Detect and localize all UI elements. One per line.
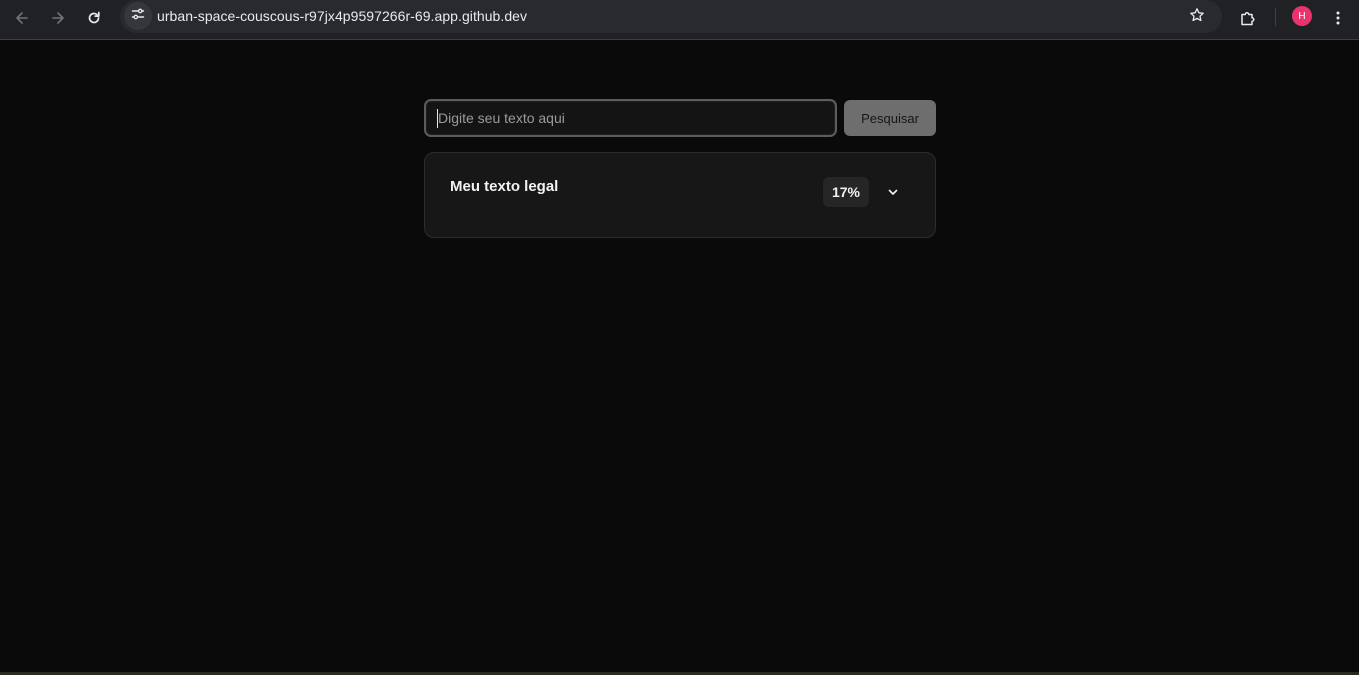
site-info-button[interactable] — [124, 2, 152, 30]
forward-button[interactable] — [44, 4, 72, 32]
result-title: Meu texto legal — [450, 178, 559, 195]
toolbar-separator — [1275, 8, 1276, 26]
arrow-right-icon — [50, 10, 66, 26]
profile-avatar[interactable]: H — [1292, 6, 1312, 26]
extensions-button[interactable] — [1234, 4, 1262, 32]
arrow-left-icon — [14, 10, 30, 26]
search-input[interactable] — [424, 99, 837, 137]
result-card[interactable]: Meu texto legal 17% — [424, 152, 936, 238]
kebab-menu-icon — [1330, 10, 1346, 26]
star-icon — [1189, 7, 1205, 28]
puzzle-icon — [1239, 9, 1257, 27]
tune-icon — [131, 7, 145, 26]
url-text[interactable]: urban-space-couscous-r97jx4p9597266r-69.… — [157, 8, 527, 24]
search-button[interactable]: Pesquisar — [844, 100, 936, 136]
text-caret — [437, 109, 438, 128]
percent-badge: 17% — [823, 177, 869, 207]
reload-icon — [86, 10, 102, 26]
browser-menu-button[interactable] — [1324, 4, 1352, 32]
address-bar[interactable]: urban-space-couscous-r97jx4p9597266r-69.… — [120, 0, 1222, 33]
back-button[interactable] — [8, 4, 36, 32]
browser-toolbar: urban-space-couscous-r97jx4p9597266r-69.… — [0, 0, 1359, 40]
chevron-down-icon[interactable] — [885, 184, 901, 200]
reload-button[interactable] — [80, 4, 108, 32]
bookmark-button[interactable] — [1184, 4, 1210, 30]
